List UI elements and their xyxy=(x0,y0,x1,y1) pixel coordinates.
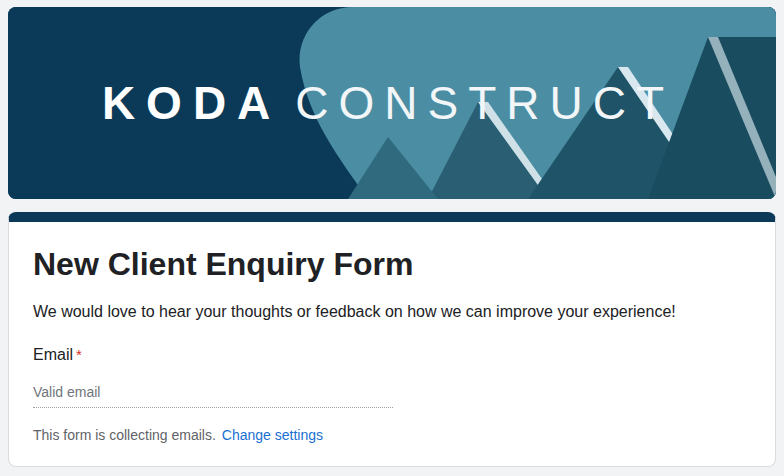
field-label: Email* xyxy=(33,344,751,366)
required-mark: * xyxy=(76,346,82,363)
change-settings-link[interactable]: Change settings xyxy=(222,427,323,443)
label-text: Email xyxy=(33,346,73,363)
notice-text: This form is collecting emails. xyxy=(33,427,216,443)
company-logo: KODA CONSTRUCT xyxy=(8,7,776,199)
logo-bold-text: KODA xyxy=(102,69,281,138)
form-field: Email* xyxy=(33,344,751,408)
logo-light-text: CONSTRUCT xyxy=(295,69,674,138)
form-title: New Client Enquiry Form xyxy=(33,244,751,284)
form-description: We would love to hear your thoughts or f… xyxy=(33,300,751,324)
form-card: New Client Enquiry Form We would love to… xyxy=(8,212,776,467)
header-banner: KODA CONSTRUCT xyxy=(8,7,776,199)
email-notice: This form is collecting emails. Change se… xyxy=(33,426,751,446)
email-input[interactable] xyxy=(33,376,393,408)
